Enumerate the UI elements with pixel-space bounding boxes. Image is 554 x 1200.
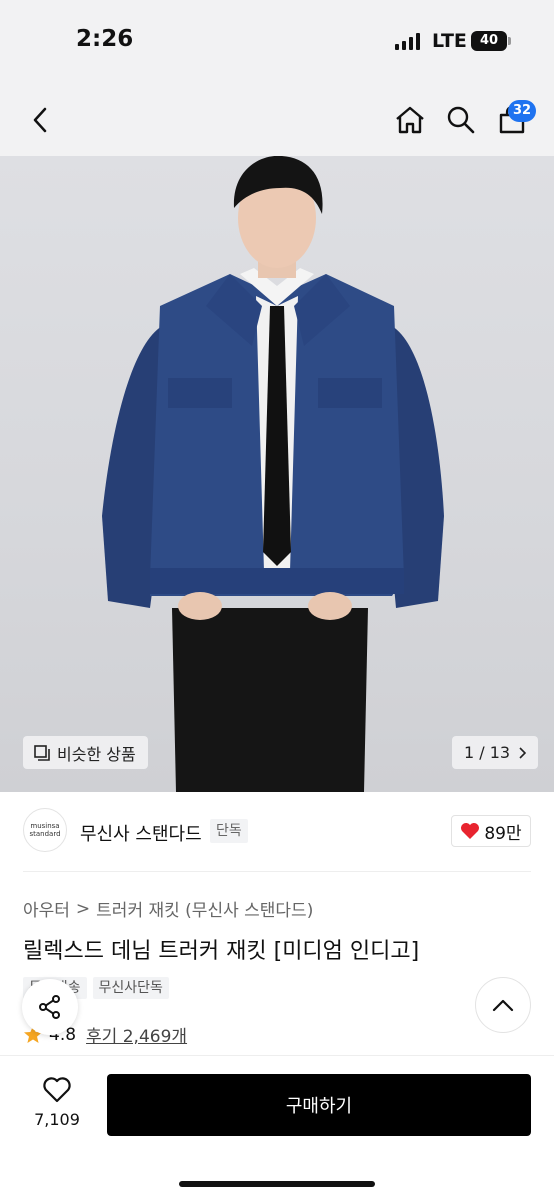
top-nav-bar [0, 84, 554, 156]
breadcrumb-separator: > [75, 898, 91, 919]
similar-products-button[interactable]: 비슷한 상품 [23, 736, 148, 769]
image-counter: 1 / 13 [464, 743, 511, 762]
home-button[interactable] [392, 84, 428, 156]
breadcrumb-category[interactable]: 아우터 [23, 896, 70, 921]
similar-products-label: 비슷한 상품 [57, 744, 136, 764]
model-photo [102, 156, 444, 792]
scroll-top-button[interactable] [475, 977, 531, 1033]
brand-logo-line2: standard [29, 830, 61, 838]
brand-logo-line1: musinsa [30, 822, 60, 830]
brand-name[interactable]: 무신사 스탠다드 [80, 820, 202, 846]
product-title: 릴렉스드 데님 트러커 재킷 [미디엄 인디고] [23, 939, 420, 964]
heart-filled-icon [461, 823, 480, 839]
chevron-up-icon [492, 999, 514, 1012]
tag-exclusive: 무신사단독 [92, 977, 169, 999]
divider [23, 871, 531, 872]
network-type: LTE [432, 30, 467, 52]
signal-icon [395, 33, 420, 50]
chevron-right-icon [519, 746, 527, 759]
breadcrumb-subcategory[interactable]: 트러커 재킷 (무신사 스탠다드) [96, 896, 313, 921]
image-counter-button[interactable]: 1 / 13 [452, 736, 539, 769]
brand-like-count: 89만 [484, 823, 522, 844]
cart-count-badge: 32 [508, 100, 537, 122]
battery-icon: 40 [471, 31, 507, 51]
brand-logo[interactable]: musinsa standard [23, 808, 67, 852]
breadcrumb: 아우터 > 트러커 재킷 (무신사 스탠다드) [23, 896, 313, 922]
wishlist-count: 7,109 [34, 1110, 80, 1129]
buy-button[interactable]: 구매하기 [107, 1074, 531, 1136]
home-indicator [179, 1181, 375, 1187]
chevron-left-icon [33, 107, 47, 133]
share-button[interactable] [22, 979, 78, 1035]
product-image[interactable]: 비슷한 상품 1 / 13 [0, 156, 554, 792]
bottom-action-bar: 7,109 구매하기 [0, 1055, 554, 1200]
home-icon [396, 106, 424, 134]
brand-row: musinsa standard 무신사 스탠다드 단독 89만 [0, 792, 554, 872]
search-icon [447, 106, 475, 134]
search-button[interactable] [443, 84, 479, 156]
status-bar: 2:26 LTE 40 [0, 0, 554, 84]
similar-items-icon [34, 744, 50, 761]
review-count-link[interactable]: 후기 2,469개 [86, 1022, 187, 1047]
heart-outline-icon [43, 1077, 71, 1103]
share-icon [39, 995, 60, 1019]
wishlist-button[interactable]: 7,109 [30, 1076, 84, 1129]
status-time: 2:26 [76, 26, 134, 52]
battery-cap [508, 37, 511, 45]
brand-like-button[interactable]: 89만 [451, 815, 531, 847]
back-button[interactable] [22, 84, 58, 156]
exclusive-tag: 단독 [210, 819, 248, 843]
